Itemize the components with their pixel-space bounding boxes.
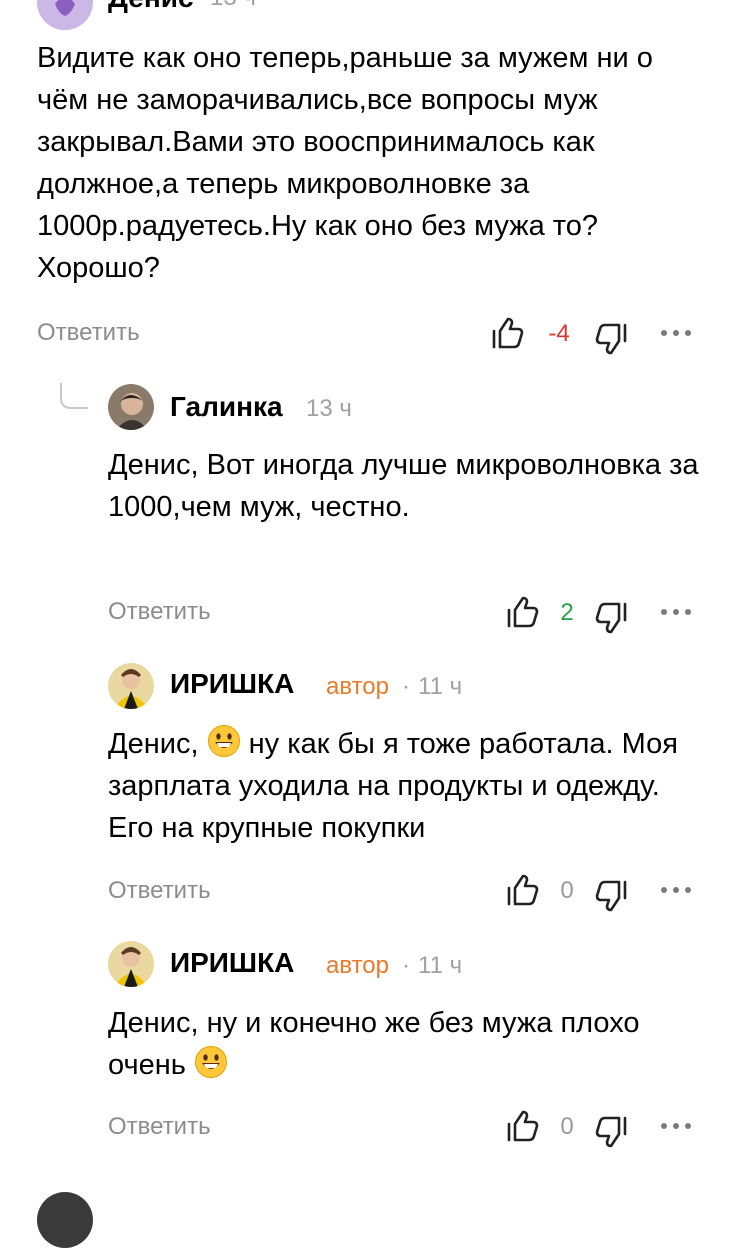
more-dots-icon[interactable] <box>660 329 692 337</box>
separator-dot: · <box>402 673 410 700</box>
author-badge: автор <box>326 673 389 700</box>
thread-connector <box>60 383 88 409</box>
comment-time: 11 ч <box>418 952 463 979</box>
thumbs-down-icon[interactable] <box>595 321 629 355</box>
comment-author[interactable]: Галинка <box>170 391 283 423</box>
more-dots-icon[interactable] <box>660 886 692 894</box>
thumbs-down-icon[interactable] <box>595 600 629 634</box>
comment-time: 13 ч <box>210 0 256 12</box>
separator-dot: · <box>402 952 410 979</box>
grinning-face-emoji <box>194 1045 228 1079</box>
reply-button[interactable]: Ответить <box>108 597 211 627</box>
comment-author[interactable]: Денис <box>108 0 194 12</box>
comment-author[interactable]: ИРИШКА <box>170 947 294 979</box>
comment-text: Денис, Вот иногда лучше микроволновка за… <box>108 449 699 523</box>
comment-text-part: Денис, ну и конечно же без мужа плохо оч… <box>108 1007 640 1081</box>
comment-actions: -4 <box>490 315 700 355</box>
comment-author[interactable]: ИРИШКА <box>170 668 294 700</box>
comment-text: Видите как оно теперь,раньше за мужем ни… <box>37 42 653 284</box>
reply-button[interactable]: Ответить <box>108 876 211 906</box>
rating-count: -4 <box>548 320 570 347</box>
reply-button[interactable]: Ответить <box>108 1112 211 1142</box>
avatar[interactable] <box>108 941 154 987</box>
thumbs-up-icon[interactable] <box>505 1110 539 1144</box>
comment-text-part: Денис, <box>108 728 207 760</box>
avatar[interactable] <box>37 0 93 30</box>
reply-button[interactable]: Ответить <box>37 318 140 348</box>
comment-actions: 0 <box>505 1108 700 1148</box>
rating-count: 0 <box>560 877 574 904</box>
thumbs-up-icon[interactable] <box>490 317 524 351</box>
more-dots-icon[interactable] <box>660 608 692 616</box>
thumbs-up-icon[interactable] <box>505 596 539 630</box>
more-dots-icon[interactable] <box>660 1122 692 1130</box>
comment-time: 13 ч <box>306 395 352 422</box>
comment-actions: 0 <box>505 872 700 912</box>
thumbs-down-icon[interactable] <box>595 878 629 912</box>
comment-text: Денис, ну и конечно же без мужа плохо оч… <box>108 1002 708 1086</box>
comment-actions: 2 <box>505 594 700 634</box>
avatar[interactable] <box>37 1192 93 1248</box>
grinning-face-emoji <box>207 724 241 758</box>
avatar[interactable] <box>108 663 154 709</box>
thumbs-up-icon[interactable] <box>505 874 539 908</box>
comment-text: Денис, ну как бы я тоже работала. Моя за… <box>108 723 708 849</box>
rating-count: 2 <box>560 599 574 626</box>
author-badge: автор <box>326 952 389 979</box>
rating-count: 0 <box>560 1113 574 1140</box>
thumbs-down-icon[interactable] <box>595 1114 629 1148</box>
avatar[interactable] <box>108 384 154 430</box>
comment-time: 11 ч <box>418 673 463 700</box>
